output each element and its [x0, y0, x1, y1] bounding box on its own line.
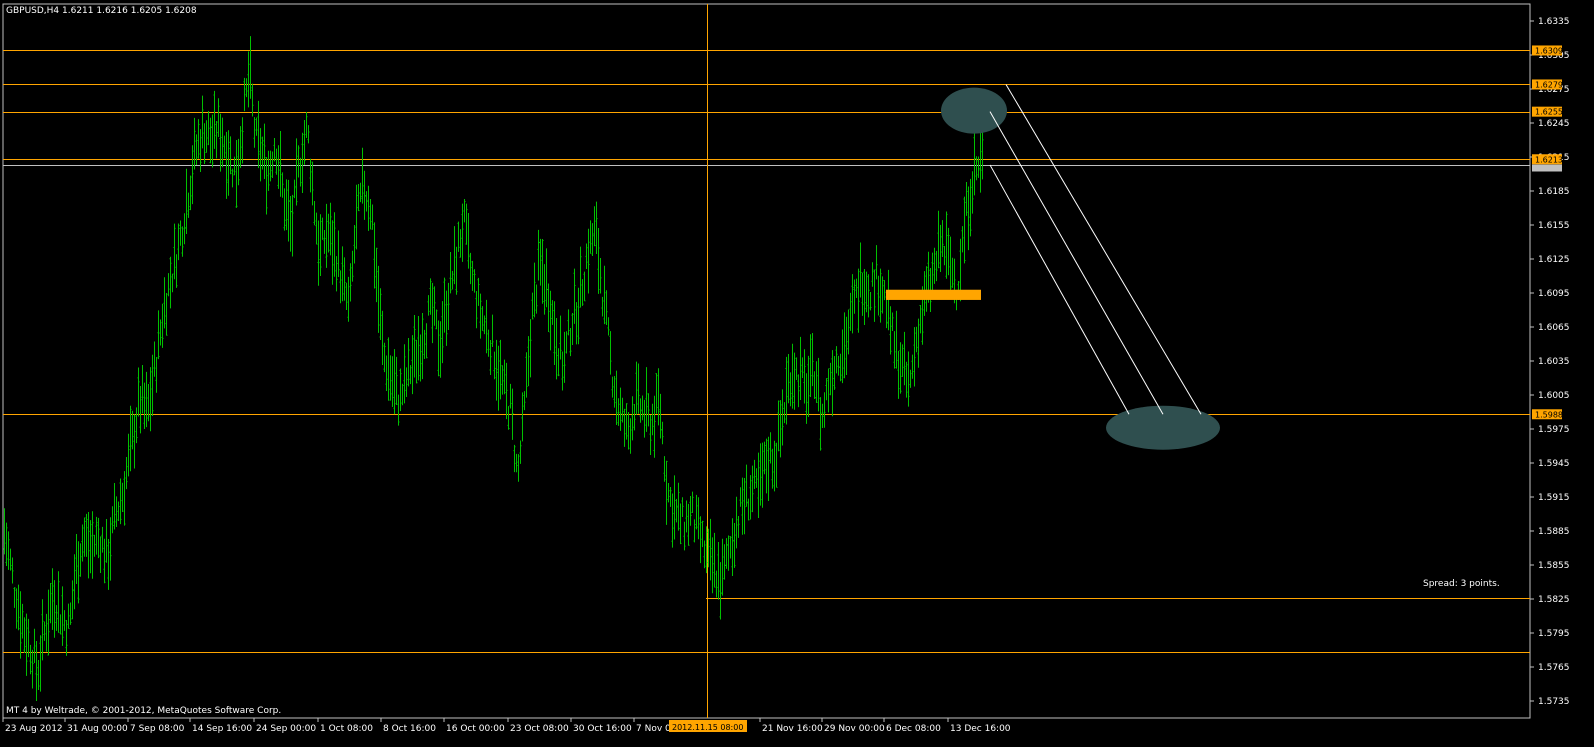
- price-tag-label: 1.6255: [1535, 108, 1563, 117]
- x-tick-label: 21 Nov 16:00: [762, 724, 823, 734]
- x-tick-label: 6 Dec 08:00: [886, 724, 941, 734]
- x-tick-label: 7 Sep 08:00: [130, 724, 185, 734]
- y-tick-label: 1.6335: [1538, 17, 1570, 27]
- y-tick-label: 1.6035: [1538, 357, 1570, 367]
- plot-frame: [2, 3, 1531, 719]
- x-tick-label: 16 Oct 00:00: [446, 724, 505, 734]
- y-tick-label: 1.6155: [1538, 221, 1570, 231]
- y-tick-label: 1.5885: [1538, 527, 1570, 537]
- x-tick-label: 14 Sep 16:00: [192, 724, 252, 734]
- price-tag-label: 1.6309: [1535, 46, 1563, 55]
- y-tick-label: 1.5795: [1538, 629, 1570, 639]
- price-chart[interactable]: 1.63351.63051.62751.62451.62151.61851.61…: [0, 0, 1594, 747]
- y-tick-label: 1.6005: [1538, 391, 1570, 401]
- support-zone: [886, 289, 981, 300]
- x-tick-label: 30 Oct 16:00: [573, 724, 632, 734]
- x-tick-label: 8 Oct 16:00: [383, 724, 436, 734]
- x-tick-label: 24 Sep 00:00: [256, 724, 316, 734]
- y-tick-label: 1.5825: [1538, 595, 1570, 605]
- target-ellipse-top: [941, 87, 1007, 134]
- chart-area[interactable]: 1.63351.63051.62751.62451.62151.61851.61…: [0, 0, 1594, 747]
- price-tag-label: 1.6279: [1535, 80, 1563, 89]
- price-tag-label: 1.5988: [1535, 410, 1563, 419]
- channel-line: [989, 111, 1164, 415]
- y-tick-label: 1.5945: [1538, 459, 1570, 469]
- y-tick-label: 1.5915: [1538, 493, 1570, 503]
- x-tick-label: 13 Dec 16:00: [950, 724, 1011, 734]
- spread-text: Spread: 3 points.: [1423, 579, 1500, 589]
- crosshair-time-label: 2012.11.15 08:00: [672, 723, 743, 732]
- symbol-header: GBPUSD,H4 1.6211 1.6216 1.6205 1.6208: [6, 6, 197, 16]
- target-ellipse-bottom: [1106, 405, 1220, 450]
- channel-line: [989, 164, 1130, 415]
- price-tag-label: 1.6213: [1535, 155, 1563, 164]
- y-tick-label: 1.5765: [1538, 663, 1570, 673]
- x-tick-label: 23 Aug 2012: [5, 724, 63, 734]
- y-tick-label: 1.6095: [1538, 289, 1570, 299]
- y-tick-label: 1.5975: [1538, 425, 1570, 435]
- y-tick-label: 1.6245: [1538, 119, 1570, 129]
- y-tick-label: 1.6065: [1538, 323, 1570, 333]
- y-tick-label: 1.5855: [1538, 561, 1570, 571]
- x-tick-label: 1 Oct 08:00: [320, 724, 373, 734]
- bid-tag: [1532, 164, 1562, 172]
- x-tick-label: 23 Oct 08:00: [510, 724, 569, 734]
- watermark: MT 4 by Weltrade, © 2001-2012, MetaQuote…: [6, 706, 281, 716]
- x-tick-label: 31 Aug 00:00: [67, 724, 128, 734]
- y-tick-label: 1.6125: [1538, 255, 1570, 265]
- x-tick-label: 29 Nov 00:00: [824, 724, 885, 734]
- channel-line: [1005, 84, 1202, 415]
- y-tick-label: 1.5735: [1538, 697, 1570, 707]
- y-tick-label: 1.6185: [1538, 187, 1570, 197]
